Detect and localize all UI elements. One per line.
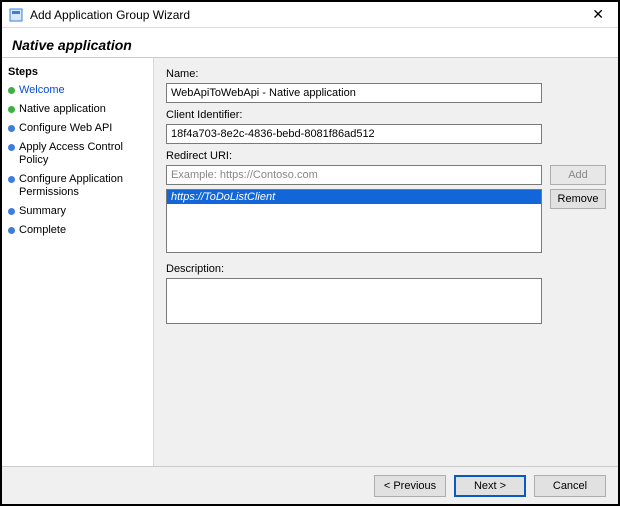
step-configure-permissions[interactable]: Configure Application Permissions (8, 173, 147, 199)
steps-heading: Steps (8, 66, 147, 78)
step-welcome[interactable]: Welcome (8, 84, 147, 97)
steps-sidebar: Steps Welcome Native application Configu… (2, 58, 154, 466)
dialog-body: Steps Welcome Native application Configu… (2, 58, 618, 466)
remove-button[interactable]: Remove (550, 189, 606, 209)
close-icon[interactable]: ✕ (584, 4, 612, 25)
step-label: Welcome (19, 84, 65, 97)
client-id-input[interactable] (166, 124, 542, 144)
redirect-uri-label: Redirect URI: (166, 150, 606, 162)
form-panel: Name: Client Identifier: Redirect URI: A… (154, 58, 618, 466)
window-title: Add Application Group Wizard (30, 8, 584, 22)
step-complete[interactable]: Complete (8, 224, 147, 237)
app-icon (8, 7, 24, 23)
page-header: Native application (2, 28, 618, 58)
step-label: Summary (19, 205, 66, 218)
step-status-icon (8, 208, 15, 215)
redirect-uri-list[interactable]: https://ToDoListClient (166, 189, 542, 253)
step-configure-web-api[interactable]: Configure Web API (8, 122, 147, 135)
step-status-icon (8, 106, 15, 113)
step-label: Complete (19, 224, 66, 237)
step-label: Configure Application Permissions (19, 173, 147, 199)
step-label: Configure Web API (19, 122, 112, 135)
step-summary[interactable]: Summary (8, 205, 147, 218)
page-title: Native application (12, 37, 132, 53)
dialog-window: Add Application Group Wizard ✕ Native ap… (0, 0, 620, 506)
description-label: Description: (166, 263, 606, 275)
step-access-control-policy[interactable]: Apply Access Control Policy (8, 141, 147, 167)
step-native-application[interactable]: Native application (8, 103, 147, 116)
previous-button[interactable]: < Previous (374, 475, 446, 497)
redirect-uri-input[interactable] (166, 165, 542, 185)
next-button[interactable]: Next > (454, 475, 526, 497)
dialog-footer: < Previous Next > Cancel (2, 466, 618, 504)
step-label: Native application (19, 103, 106, 116)
description-input[interactable] (166, 278, 542, 324)
step-status-icon (8, 144, 15, 151)
name-label: Name: (166, 68, 606, 80)
step-label: Apply Access Control Policy (19, 141, 147, 167)
add-button[interactable]: Add (550, 165, 606, 185)
name-input[interactable] (166, 83, 542, 103)
client-id-label: Client Identifier: (166, 109, 606, 121)
step-status-icon (8, 125, 15, 132)
list-item[interactable]: https://ToDoListClient (167, 190, 541, 204)
step-status-icon (8, 176, 15, 183)
step-status-icon (8, 87, 15, 94)
step-status-icon (8, 227, 15, 234)
title-bar: Add Application Group Wizard ✕ (2, 2, 618, 28)
cancel-button[interactable]: Cancel (534, 475, 606, 497)
